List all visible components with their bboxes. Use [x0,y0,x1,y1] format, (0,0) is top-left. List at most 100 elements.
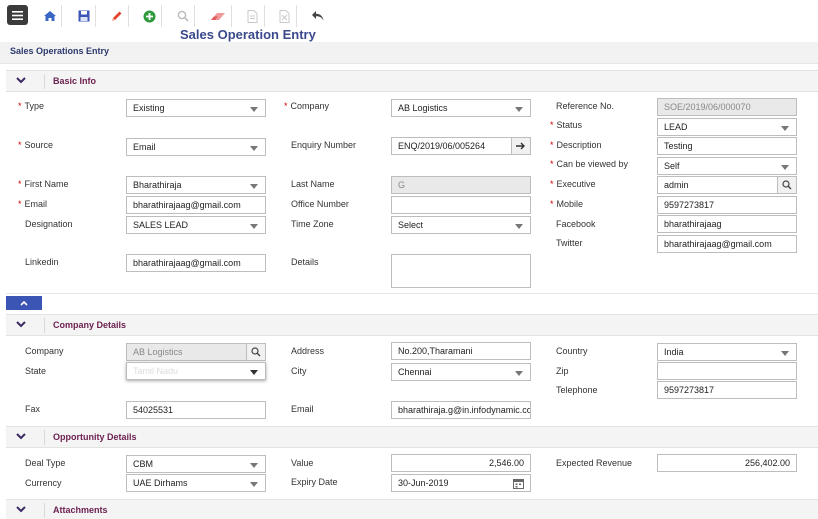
chevron-down-icon [16,506,26,513]
status-label: * Status [550,120,583,130]
city-label: City [291,366,307,376]
section-opportunity-details[interactable]: Opportunity Details [6,426,818,448]
toolbar [0,0,818,30]
type-select[interactable]: Existing [126,99,266,117]
document-icon [247,9,258,23]
last-name-label: Last Name [291,179,335,189]
linkedin-label: Linkedin [25,257,59,267]
twitter-field[interactable]: bharathirajaag@gmail.com [657,235,797,253]
home-icon [43,11,56,21]
section-title: Company Details [53,320,127,330]
last-name-field[interactable]: G [391,176,531,194]
chevron-down-icon [16,433,26,440]
deal-type-label: Deal Type [25,458,66,468]
eraser-icon [210,12,225,20]
section-company-details[interactable]: Company Details [6,314,818,336]
mobile-field[interactable]: 9597273817 [657,196,797,214]
company-select[interactable]: AB Logistics [391,99,531,117]
details-textarea[interactable] [391,254,531,288]
source-label: * Source [18,140,54,150]
undo-icon [312,11,324,21]
undo-button[interactable] [306,5,330,27]
linkedin-field[interactable]: bharathirajaag@gmail.com [126,254,266,272]
address-field[interactable]: No.200,Tharamani [391,342,531,360]
office-number-label: Office Number [291,199,349,209]
save-icon [78,10,89,22]
chevron-down-icon [16,77,26,84]
expiry-date-field[interactable]: 30-Jun-2019 [391,474,531,492]
company-email-field[interactable]: bharathiraja.g@in.infodynamic.co [391,401,531,419]
document-button[interactable] [241,5,265,27]
zip-field[interactable] [657,362,797,380]
value-field[interactable]: 2,546.00 [391,454,531,472]
mobile-label: * Mobile [550,199,584,209]
add-icon [143,10,156,22]
fax-field[interactable]: 54025531 [126,401,266,419]
save-button[interactable] [72,5,96,27]
chevron-down-icon [16,321,26,328]
section-title: Attachments [53,505,108,515]
executive-label: * Executive [550,179,596,189]
divider [44,74,45,89]
designation-select[interactable]: SALES LEAD [126,216,266,234]
email-field[interactable]: bharathirajaag@gmail.com [126,196,266,214]
enquiry-field[interactable]: ENQ/2019/06/005264 [391,137,531,155]
clear-button[interactable] [204,5,232,27]
city-select[interactable]: Chennai [391,363,531,381]
description-label: * Description [550,140,602,150]
export-button[interactable] [273,5,297,27]
menu-icon [12,10,23,20]
viewed-by-select[interactable]: Self [657,157,797,175]
company-label: * Company [284,101,330,111]
edit-icon [112,11,122,21]
state-select[interactable]: Tamil Nadu [126,362,266,380]
designation-label: Designation [25,219,73,229]
add-button[interactable] [138,5,162,27]
divider [44,503,45,518]
reference-label: Reference No. [556,101,615,111]
address-label: Address [291,346,325,356]
expected-revenue-field[interactable]: 256,402.00 [657,454,797,472]
go-button[interactable] [511,138,530,154]
chevron-up-icon [20,300,28,306]
company-field[interactable]: AB Logistics [126,343,266,361]
calendar-icon[interactable] [513,478,524,489]
office-number-field[interactable] [391,196,531,214]
deal-type-select[interactable]: CBM [126,455,266,473]
telephone-field[interactable]: 9597273817 [657,381,797,399]
executive-search-button[interactable] [777,177,796,193]
currency-select[interactable]: UAE Dirhams [126,474,266,492]
country-select[interactable]: India [657,343,797,361]
expiry-date-label: Expiry Date [291,477,338,487]
section-attachments[interactable]: Attachments [6,499,818,519]
fax-label: Fax [25,404,41,414]
divider [44,318,45,333]
source-select[interactable]: Email [126,138,266,156]
time-zone-select[interactable]: Select [391,216,531,234]
zip-label: Zip [556,366,569,376]
twitter-label: Twitter [556,238,583,248]
status-select[interactable]: LEAD [657,118,797,136]
executive-field[interactable]: admin [657,176,797,194]
home-button[interactable] [38,5,62,27]
facebook-field[interactable]: bharathirajaag [657,215,797,233]
divider [44,430,45,445]
divider [6,293,818,294]
search-icon [177,10,189,22]
search-button[interactable] [171,5,195,27]
time-zone-label: Time Zone [291,219,334,229]
company-search-button[interactable] [246,344,265,360]
breadcrumb-bar: Sales Operations Entry [0,42,818,64]
description-field[interactable]: Testing [657,137,797,155]
country-label: Country [556,346,588,356]
section-basic-info[interactable]: Basic Info [6,70,818,92]
page-title: Sales Operation Entry [180,27,316,42]
edit-button[interactable] [105,5,129,27]
reference-field[interactable]: SOE/2019/06/000070 [657,98,797,116]
export-icon [279,9,290,23]
breadcrumb: Sales Operations Entry [10,46,110,56]
collapse-button[interactable] [6,296,42,310]
first-name-field[interactable]: Bharathiraja [126,176,266,194]
facebook-label: Facebook [556,219,596,229]
menu-button[interactable] [7,5,28,25]
